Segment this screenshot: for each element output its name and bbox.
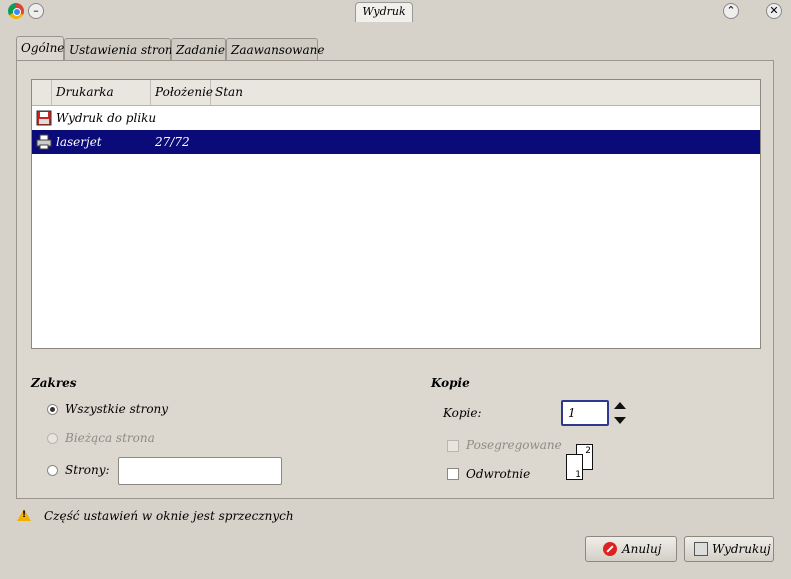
tab-general[interactable]: Ogólne — [16, 36, 64, 61]
printer-list[interactable]: Drukarka Położenie Stan Wydruk do pliku … — [31, 79, 761, 349]
minimize-icon[interactable]: – — [28, 3, 44, 19]
warning-text: Część ustawień w oknie jest sprzecznych — [44, 509, 294, 523]
pages-radio[interactable] — [47, 465, 58, 476]
current-page-radio — [47, 433, 58, 444]
all-pages-label[interactable]: Wszystkie strony — [65, 402, 168, 416]
printer-icon — [36, 134, 52, 150]
column-status[interactable]: Stan — [211, 80, 760, 105]
cancel-icon — [603, 542, 617, 556]
current-page-label: Bieżąca strona — [65, 431, 155, 445]
print-button[interactable]: Wydrukuj — [684, 536, 774, 562]
cancel-button[interactable]: Anuluj — [585, 536, 677, 562]
copies-increment-icon[interactable] — [614, 402, 626, 409]
reverse-label[interactable]: Odwrotnie — [466, 467, 530, 481]
collate-preview: 2 1 — [566, 444, 596, 480]
cancel-button-label: Anuluj — [622, 542, 662, 556]
column-printer[interactable]: Drukarka — [52, 80, 151, 105]
tab-job[interactable]: Zadanie — [171, 38, 226, 60]
save-file-icon — [36, 110, 52, 126]
pages-label[interactable]: Strony: — [65, 463, 110, 477]
pages-input[interactable] — [118, 457, 282, 485]
window-title: Wydruk — [355, 2, 413, 22]
copies-title: Kopie — [431, 376, 470, 390]
printer-name: Wydruk do pliku — [56, 111, 157, 125]
all-pages-radio[interactable] — [47, 404, 58, 415]
close-icon[interactable]: ✕ — [766, 3, 782, 19]
printer-row-file[interactable]: Wydruk do pliku — [32, 106, 760, 130]
print-button-label: Wydrukuj — [712, 542, 771, 556]
browser-app-icon — [8, 3, 24, 19]
range-title: Zakres — [31, 376, 77, 390]
printer-icon — [694, 542, 708, 556]
maximize-icon[interactable]: ⌃ — [723, 3, 739, 19]
collate-label: Posegregowane — [466, 438, 562, 452]
copies-label: Kopie: — [443, 406, 482, 420]
copies-decrement-icon[interactable] — [614, 417, 626, 424]
collate-checkbox — [447, 440, 459, 452]
reverse-checkbox[interactable] — [447, 468, 459, 480]
column-location[interactable]: Położenie — [151, 80, 213, 105]
copies-input[interactable]: 1 — [561, 400, 609, 426]
icon-column-header — [32, 80, 52, 105]
preview-page-1: 1 — [566, 454, 583, 480]
printer-location: 27/72 — [155, 135, 190, 149]
warning-icon: ! — [17, 509, 31, 521]
printer-list-header: Drukarka Położenie Stan — [32, 80, 760, 106]
title-bar: – Wydruk ⌃ ✕ — [0, 0, 791, 22]
printer-row-laserjet[interactable]: laserjet 27/72 — [32, 130, 760, 154]
tab-page-setup[interactable]: Ustawienia strony — [64, 38, 179, 60]
printer-name: laserjet — [56, 135, 102, 149]
tab-advanced[interactable]: Zaawansowane — [226, 38, 324, 60]
